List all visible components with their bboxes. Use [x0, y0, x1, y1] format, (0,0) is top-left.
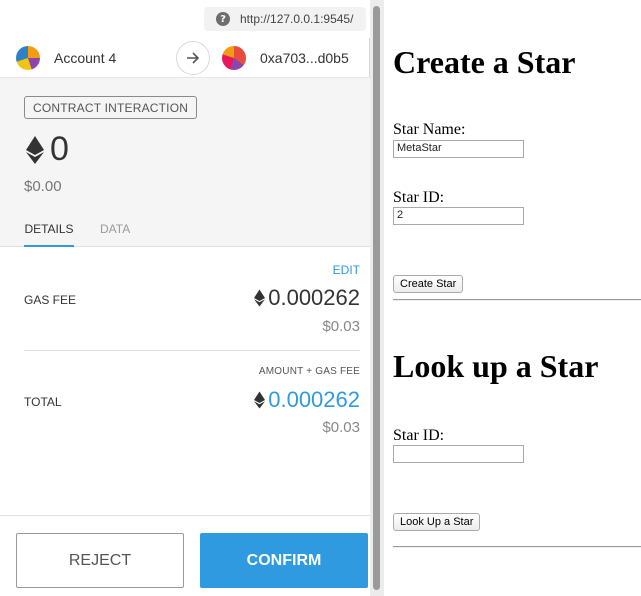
divider — [24, 350, 360, 351]
divider — [393, 299, 641, 301]
lookup-star-heading: Look up a Star — [393, 348, 599, 384]
total-sublabel: AMOUNT + GAS FEE — [258, 366, 360, 377]
ethereum-icon — [254, 391, 266, 409]
scrollbar-thumb[interactable] — [373, 6, 380, 590]
dapp-page: Create a Star Star Name: MetaStar Star I… — [384, 0, 641, 596]
edit-gas-link[interactable]: EDIT — [333, 263, 360, 277]
transaction-summary: CONTRACT INTERACTION 0 $0.00 DETAILS DAT… — [0, 78, 370, 247]
wallet-popup: ? http://127.0.0.1:9545/ Account 4 0xa70… — [0, 0, 370, 596]
tab-bar: DETAILS DATA — [0, 218, 370, 247]
gas-fee-fiat: $0.03 — [322, 318, 360, 335]
total-eth: 0.000262 — [268, 387, 360, 412]
star-name-input[interactable]: MetaStar — [393, 140, 524, 158]
to-address-identicon-icon — [222, 46, 246, 70]
total-value: 0.000262 — [254, 387, 360, 413]
ethereum-icon — [254, 289, 266, 307]
create-star-heading: Create a Star — [393, 44, 576, 80]
action-footer: REJECT CONFIRM — [0, 515, 370, 596]
eth-amount: 0 — [26, 130, 69, 169]
transaction-type-badge: CONTRACT INTERACTION — [24, 96, 198, 119]
total-label: TOTAL — [24, 395, 62, 409]
reject-button[interactable]: REJECT — [16, 533, 184, 588]
divider — [393, 546, 641, 548]
tab-details[interactable]: DETAILS — [24, 222, 74, 247]
account-row: Account 4 0xa703...d0b5 — [0, 38, 370, 78]
total-fiat: $0.03 — [322, 419, 360, 436]
lookup-star-button[interactable]: Look Up a Star — [393, 513, 481, 531]
gas-fee-label: GAS FEE — [24, 293, 77, 307]
url-bar: ? http://127.0.0.1:9545/ — [0, 0, 370, 38]
confirm-button[interactable]: CONFIRM — [200, 533, 368, 588]
star-name-label: Star Name: — [393, 121, 466, 138]
help-icon[interactable]: ? — [216, 12, 230, 26]
url-text: http://127.0.0.1:9545/ — [240, 12, 354, 26]
lookup-star-id-input[interactable] — [393, 445, 524, 463]
tab-data[interactable]: DATA — [100, 222, 130, 247]
lookup-star-id-label: Star ID: — [393, 427, 445, 444]
eth-amount-value: 0 — [50, 130, 69, 168]
gas-fee-eth: 0.000262 — [268, 285, 360, 310]
gas-fee-value: 0.000262 — [254, 285, 360, 311]
from-account-identicon-icon — [16, 46, 40, 70]
create-star-button[interactable]: Create Star — [393, 275, 464, 293]
ethereum-icon — [26, 135, 44, 164]
details-panel: EDIT GAS FEE 0.000262 $0.03 AMOUNT + GAS… — [0, 247, 370, 515]
to-address[interactable]: 0xa703...d0b5 — [260, 50, 349, 66]
star-id-label: Star ID: — [393, 189, 445, 206]
star-id-input[interactable]: 2 — [393, 207, 524, 225]
url-pill[interactable]: ? http://127.0.0.1:9545/ — [204, 7, 366, 31]
arrow-right-icon — [176, 41, 210, 75]
from-account-name[interactable]: Account 4 — [54, 50, 116, 66]
fiat-amount: $0.00 — [24, 178, 62, 195]
